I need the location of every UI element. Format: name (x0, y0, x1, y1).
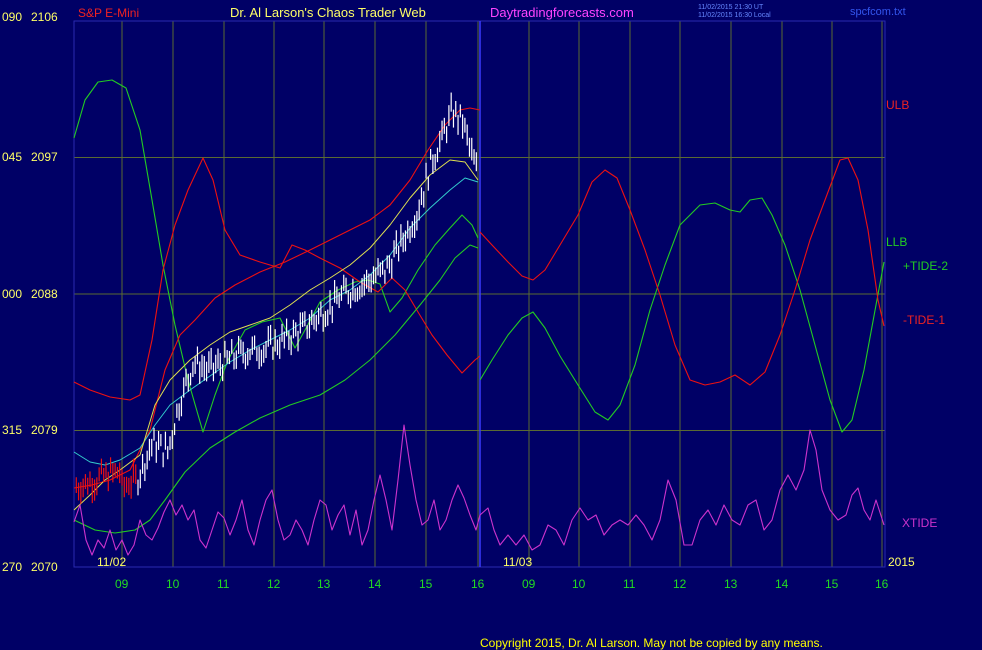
x-hour-tick-label: 09 (115, 577, 129, 591)
ulb-label: ULB (886, 98, 909, 112)
date-label-day2: 11/03 (503, 555, 532, 569)
x-hour-tick-label: 11 (623, 577, 636, 591)
x-hour-tick-label: 12 (673, 577, 687, 591)
y-right-tick-label: 2097 (31, 150, 58, 164)
timestamp-local: 11/02/2015 16:30 Local (698, 12, 771, 19)
x-hour-tick-label: 13 (317, 577, 331, 591)
site-link[interactable]: Daytradingforecasts.com (490, 5, 634, 20)
tide-minus-label: -TIDE-1 (903, 313, 945, 327)
x-hour-tick-label: 16 (875, 577, 889, 591)
instrument-label: S&P E-Mini (78, 6, 139, 20)
x-hour-tick-label: 14 (775, 577, 789, 591)
x-hour-tick-label: 09 (522, 577, 536, 591)
y-left-tick-label: 090 (2, 10, 22, 24)
y-left-tick-label: 045 (2, 150, 22, 164)
x-hour-tick-label: 10 (572, 577, 586, 591)
y-right-tick-label: 2106 (31, 10, 58, 24)
year-label: 2015 (888, 555, 915, 569)
x-hour-tick-label: 14 (368, 577, 382, 591)
x-hour-tick-label: 15 (825, 577, 839, 591)
y-right-tick-label: 2079 (31, 423, 58, 437)
x-hour-tick-label: 13 (724, 577, 738, 591)
y-right-tick-label: 2070 (31, 560, 58, 574)
tide-plus-label: +TIDE-2 (903, 259, 948, 273)
file-label: spcfcom.txt (850, 6, 906, 18)
llb-label: LLB (886, 235, 907, 249)
x-hour-tick-label: 12 (267, 577, 281, 591)
copyright: Copyright 2015, Dr. Al Larson. May not b… (480, 636, 823, 650)
timestamp-ut: 11/02/2015 21:30 UT (698, 4, 764, 11)
y-left-tick-label: 270 (2, 560, 22, 574)
xtide-label: XTIDE (902, 516, 937, 530)
x-hour-tick-label: 11 (217, 577, 230, 591)
date-label-day1: 11/02 (97, 555, 126, 569)
y-left-tick-label: 000 (2, 287, 22, 301)
author-label: Dr. Al Larson's Chaos Trader Web (230, 5, 426, 20)
x-hour-tick-label: 15 (419, 577, 433, 591)
chaos-trader-chart: S&P E-Mini Dr. Al Larson's Chaos Trader … (0, 0, 982, 650)
x-hour-tick-label: 16 (471, 577, 485, 591)
chart-background (0, 0, 982, 650)
y-left-tick-label: 315 (2, 423, 22, 437)
y-right-tick-label: 2088 (31, 287, 58, 301)
x-hour-tick-label: 10 (166, 577, 180, 591)
